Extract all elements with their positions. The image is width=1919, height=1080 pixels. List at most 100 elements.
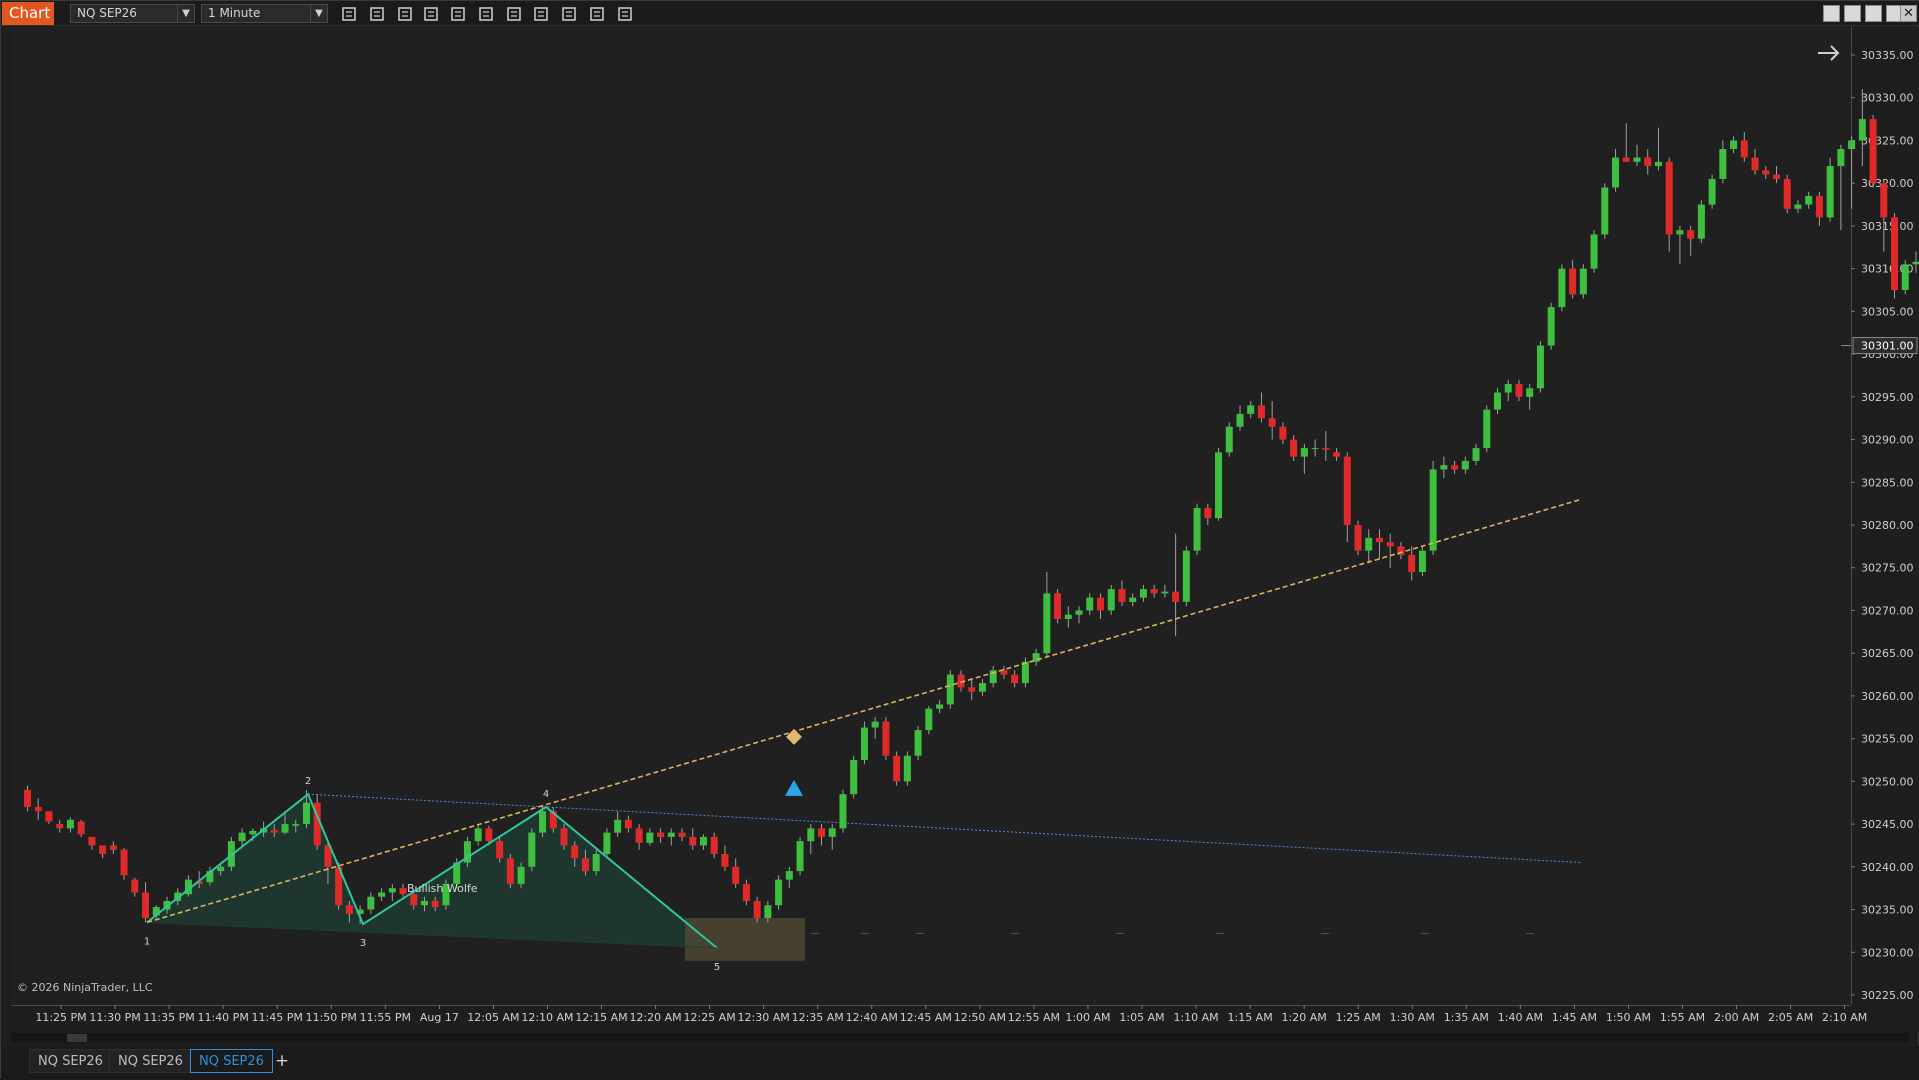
candle-down	[968, 687, 976, 692]
bar-type-icon[interactable]	[339, 5, 359, 23]
time-tick-label: 12:30 AM	[738, 1011, 790, 1024]
price-tick-label: 30225.00	[1861, 989, 1914, 1002]
candle-down	[77, 821, 85, 835]
candle-down	[1257, 405, 1265, 419]
copyright-text: © 2026 NinjaTrader, LLC	[17, 981, 153, 994]
candle-up	[839, 794, 847, 829]
candle-down	[1515, 384, 1523, 397]
price-tick-label: 30260.00	[1861, 690, 1914, 703]
candle-up	[667, 832, 675, 837]
candle-down	[24, 789, 31, 807]
candle-down	[1386, 542, 1394, 547]
candle-down	[689, 836, 697, 846]
candle-up	[1075, 610, 1083, 615]
candle-down	[571, 845, 579, 859]
chart-trader-icon[interactable]	[587, 5, 607, 23]
candle-up	[528, 832, 536, 867]
candle-up	[764, 905, 772, 919]
time-tick-label: 12:35 AM	[792, 1011, 844, 1024]
candle-down	[1783, 178, 1791, 209]
maximize-icon[interactable]	[1844, 5, 1861, 22]
candle-down	[1815, 196, 1823, 218]
candle-down	[1408, 554, 1416, 572]
candle-up	[936, 704, 944, 709]
candle-up	[1601, 187, 1609, 235]
time-tick-label: 11:25 PM	[35, 1011, 86, 1024]
candle-up	[807, 828, 815, 842]
chevron-down-icon[interactable]: ▼	[177, 5, 194, 22]
candle-down	[1451, 465, 1459, 470]
scroll-to-end-arrow-icon[interactable]	[1816, 43, 1842, 63]
time-tick-label: 1:00 AM	[1065, 1011, 1110, 1024]
candle-up	[614, 819, 622, 833]
tab-nq-sep26-3[interactable]: NQ SEP26	[190, 1049, 273, 1073]
candle-up	[1547, 307, 1555, 346]
tile-icon[interactable]	[1823, 5, 1840, 22]
candle-down	[1333, 452, 1341, 457]
zoom-out-icon[interactable]	[421, 5, 441, 23]
candle-down	[345, 905, 353, 914]
candle-down	[431, 901, 439, 907]
strategies-icon[interactable]	[531, 5, 551, 23]
horizontal-scrollbar[interactable]	[11, 1033, 1909, 1043]
wolfe-point-label-2: 2	[305, 776, 311, 787]
pointer-icon[interactable]	[448, 5, 468, 23]
candle-up	[850, 760, 858, 795]
candle-up	[517, 866, 525, 884]
candle-up	[603, 832, 611, 854]
candle-up	[367, 896, 375, 910]
tab-nq-sep26-2[interactable]: NQ SEP26	[109, 1049, 192, 1073]
time-tick-label: 1:25 AM	[1336, 1011, 1381, 1024]
candle-down	[742, 883, 750, 901]
add-tab-button[interactable]: +	[271, 1052, 293, 1072]
candle-up	[860, 727, 868, 760]
candle-down	[485, 828, 493, 842]
time-tick-label: 11:55 PM	[360, 1011, 411, 1024]
minimize-icon[interactable]	[1865, 5, 1882, 22]
candle-up	[1579, 268, 1587, 295]
candle-up	[828, 828, 836, 837]
candle-up	[1472, 448, 1480, 461]
candle-up	[1708, 178, 1716, 205]
time-tick-label: 2:10 AM	[1822, 1011, 1867, 1024]
candle-up	[1236, 413, 1244, 427]
candle-up	[1129, 597, 1137, 602]
candle-up	[1654, 161, 1662, 167]
properties-icon[interactable]	[476, 5, 496, 23]
interval-selector[interactable]: 1 Minute ▼	[201, 4, 328, 23]
time-tick-label: 1:05 AM	[1119, 1011, 1164, 1024]
data-box-icon[interactable]	[504, 5, 524, 23]
candle-down	[1622, 157, 1630, 162]
time-tick-label: 1:15 AM	[1227, 1011, 1272, 1024]
candle-up	[1805, 196, 1813, 205]
candle-down	[506, 858, 514, 884]
candle-down	[882, 721, 890, 756]
close-icon[interactable]: ✕	[1900, 5, 1917, 22]
candle-up	[474, 828, 482, 842]
candle-down	[721, 854, 729, 867]
candle-down	[1869, 119, 1877, 184]
zoom-in-icon[interactable]	[395, 5, 415, 23]
candle-up	[1193, 507, 1201, 551]
candle-up	[1676, 230, 1684, 235]
scroll-thumb[interactable]	[67, 1034, 87, 1042]
target-box	[685, 918, 805, 961]
list-icon[interactable]	[615, 5, 635, 23]
candle-up	[1300, 448, 1308, 457]
tab-nq-sep26-1[interactable]: NQ SEP26	[29, 1049, 112, 1073]
indicators-icon[interactable]	[559, 5, 579, 23]
instrument-selector[interactable]: NQ SEP26 ▼	[70, 4, 195, 23]
candle-down	[109, 845, 117, 850]
price-chart[interactable]: 30335.0030330.0030325.0030320.0030315.00…	[1, 27, 1919, 1032]
pencil-icon[interactable]	[367, 5, 387, 23]
price-tick-label: 30270.00	[1861, 604, 1914, 617]
price-tick-label: 30235.00	[1861, 904, 1914, 917]
candle-up	[1139, 589, 1147, 598]
time-tick-label: 12:05 AM	[467, 1011, 519, 1024]
price-tick-label: 30255.00	[1861, 733, 1914, 746]
chevron-down-icon[interactable]: ▼	[310, 5, 327, 22]
candle-down	[1172, 591, 1180, 602]
candle-up	[1429, 469, 1437, 551]
candle-down	[657, 832, 665, 837]
time-tick-label: 12:55 AM	[1008, 1011, 1060, 1024]
